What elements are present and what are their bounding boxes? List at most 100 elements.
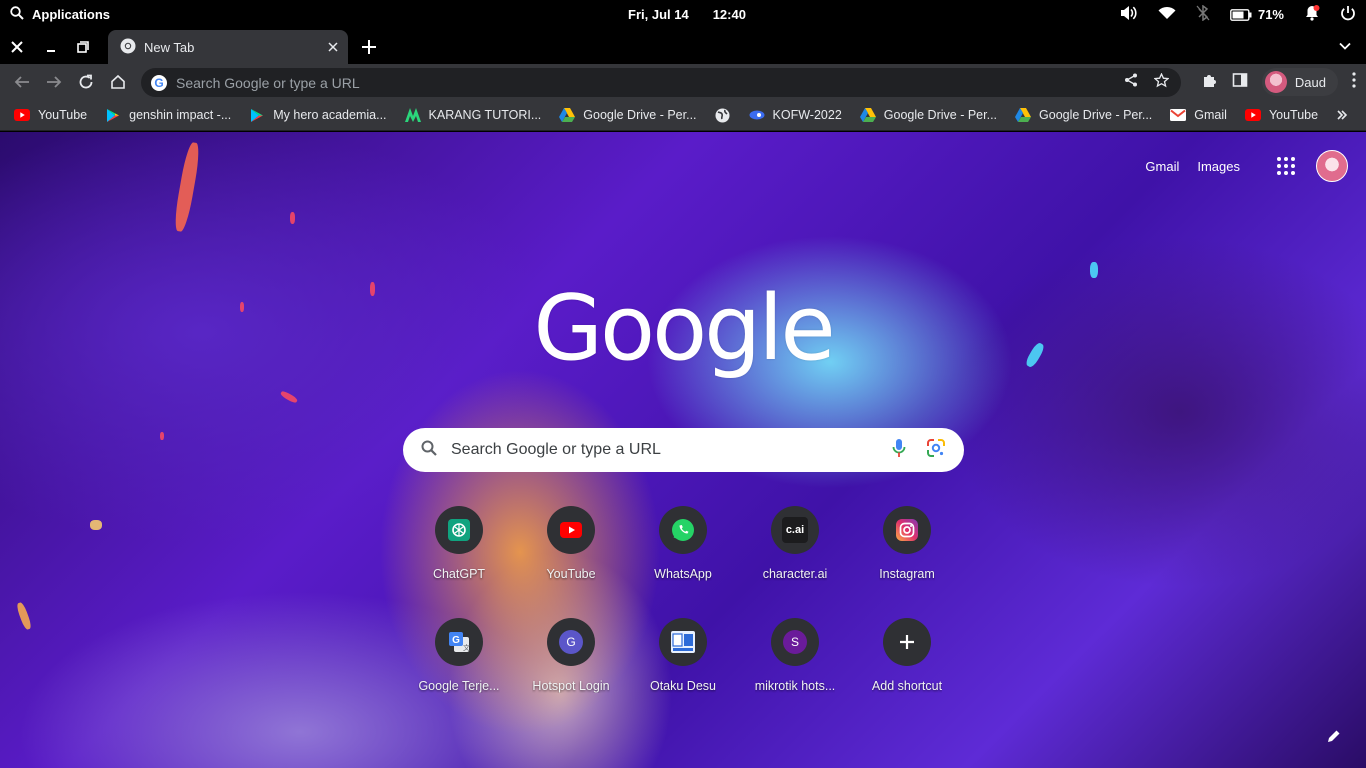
play-store-icon — [249, 107, 265, 123]
forward-button[interactable] — [44, 72, 64, 92]
window-minimize-icon[interactable] — [42, 38, 60, 56]
wifi-icon[interactable] — [1158, 6, 1176, 23]
microphone-icon[interactable] — [892, 438, 906, 463]
double-chevron-right-icon — [1337, 110, 1348, 120]
bookmark-star-icon[interactable] — [1153, 71, 1170, 93]
shortcut-icon-circle — [435, 506, 483, 554]
notification-bell-icon[interactable] — [1304, 5, 1320, 24]
shortcut-tile[interactable]: Otaku Desu — [627, 618, 739, 714]
volume-icon[interactable] — [1120, 5, 1138, 24]
reload-button[interactable] — [76, 72, 96, 92]
shortcut-tile[interactable]: ChatGPT — [403, 506, 515, 602]
home-button[interactable] — [108, 72, 128, 92]
shortcut-icon-circle — [659, 506, 707, 554]
omnibox-input[interactable] — [176, 74, 1124, 91]
reload-icon — [79, 74, 93, 89]
shortcut-label: mikrotik hots... — [754, 679, 836, 693]
character-ai-icon: c.ai — [782, 517, 808, 543]
battery-indicator[interactable]: 71% — [1230, 7, 1284, 22]
bookmark-item[interactable]: KARANG TUTORI... — [404, 107, 541, 123]
ntp-search-box[interactable] — [403, 428, 964, 472]
wallpaper-ember — [1090, 262, 1098, 278]
shortcut-tile[interactable]: Instagram — [851, 506, 963, 602]
images-link[interactable]: Images — [1197, 159, 1240, 174]
ntp-search-input[interactable] — [451, 441, 892, 459]
window-close-icon[interactable] — [8, 38, 26, 56]
shortcut-icon-circle: S — [771, 618, 819, 666]
bookmark-item[interactable]: Google Drive - Per... — [559, 107, 697, 123]
bookmark-item[interactable]: genshin impact -... — [105, 107, 231, 123]
side-panel-icon[interactable] — [1232, 72, 1248, 93]
gmail-icon — [1170, 107, 1187, 123]
shortcut-label: character.ai — [762, 567, 828, 581]
bookmark-item[interactable]: YouTube — [14, 107, 87, 123]
tab-title: New Tab — [144, 39, 195, 55]
search-icon — [10, 6, 24, 23]
wallpaper-ember — [90, 520, 102, 530]
back-button[interactable] — [12, 72, 32, 92]
tab-search-button[interactable] — [1338, 39, 1352, 58]
bookmark-item[interactable]: KOFW-2022 — [749, 107, 842, 123]
window-restore-icon[interactable] — [74, 38, 92, 56]
shortcut-tile[interactable]: YouTube — [515, 506, 627, 602]
wallpaper-ember — [279, 389, 299, 405]
letter-g-icon: G — [559, 630, 583, 654]
bookmark-item[interactable]: Google Drive - Per... — [859, 107, 997, 123]
avatar[interactable] — [1316, 150, 1348, 182]
google-drive-icon — [1015, 107, 1032, 123]
google-lens-icon[interactable] — [926, 438, 946, 463]
profile-button[interactable]: Daud — [1261, 68, 1338, 96]
shortcut-label: Hotspot Login — [532, 679, 610, 693]
tab-close-icon[interactable] — [328, 40, 338, 55]
svg-text:G: G — [452, 635, 460, 646]
plus-icon — [895, 630, 919, 654]
system-tray: 71% — [1120, 4, 1356, 24]
letter-s-icon: S — [783, 630, 807, 654]
bookmark-item[interactable]: Gmail — [1170, 107, 1227, 123]
shortcut-label: ChatGPT — [432, 567, 486, 581]
bookmarks-bar: YouTube genshin impact -... My hero acad… — [0, 100, 1366, 131]
shortcut-label: Otaku Desu — [649, 679, 716, 693]
shortcut-icon-circle: G文 — [435, 618, 483, 666]
search-icon — [421, 440, 437, 461]
shortcut-label: Instagram — [879, 567, 935, 581]
whatsapp-icon — [671, 518, 695, 542]
shortcut-tile[interactable]: WhatsApp — [627, 506, 739, 602]
customize-chrome-button[interactable] — [1324, 726, 1344, 746]
kofw-icon — [749, 107, 765, 123]
shortcut-label: Add shortcut — [871, 679, 943, 693]
applications-menu[interactable]: Applications — [10, 6, 110, 23]
power-icon[interactable] — [1340, 5, 1356, 24]
play-store-icon — [105, 107, 121, 123]
kebab-menu-icon[interactable] — [1352, 71, 1356, 93]
svg-text:文: 文 — [463, 643, 470, 652]
chatgpt-icon — [447, 518, 471, 542]
home-icon — [111, 74, 125, 89]
google-apps-icon[interactable] — [1274, 154, 1298, 178]
bookmark-item[interactable] — [715, 107, 731, 123]
shortcut-tile[interactable]: S mikrotik hots... — [739, 618, 851, 714]
wallpaper-ember — [290, 212, 295, 224]
shortcut-tile[interactable]: c.ai character.ai — [739, 506, 851, 602]
shortcut-tile[interactable]: G Hotspot Login — [515, 618, 627, 714]
tab-new-tab[interactable]: New Tab — [108, 30, 348, 64]
bookmark-item[interactable]: Google Drive - Per... — [1015, 107, 1152, 123]
clock[interactable]: Fri, Jul 14 12:40 — [628, 7, 746, 22]
chevron-down-icon — [1339, 42, 1351, 50]
extensions-puzzle-icon[interactable] — [1202, 72, 1218, 93]
bookmarks-overflow-button[interactable] — [1336, 108, 1348, 126]
add-shortcut-button[interactable]: Add shortcut — [851, 618, 963, 714]
bluetooth-off-icon[interactable] — [1196, 4, 1210, 24]
shortcut-label: YouTube — [546, 567, 596, 581]
new-tab-button[interactable] — [360, 38, 378, 56]
shortcut-tile[interactable]: G文 Google Terje... — [403, 618, 515, 714]
youtube-icon — [1244, 107, 1261, 123]
battery-percent: 71% — [1257, 7, 1284, 22]
arrow-left-icon — [14, 76, 29, 88]
pencil-icon — [1328, 730, 1340, 742]
bookmark-item[interactable]: My hero academia... — [249, 107, 387, 123]
share-icon[interactable] — [1124, 73, 1138, 92]
bookmark-item[interactable]: YouTube — [1244, 107, 1318, 123]
omnibox[interactable]: G — [141, 68, 1181, 97]
gmail-link[interactable]: Gmail — [1145, 159, 1179, 174]
